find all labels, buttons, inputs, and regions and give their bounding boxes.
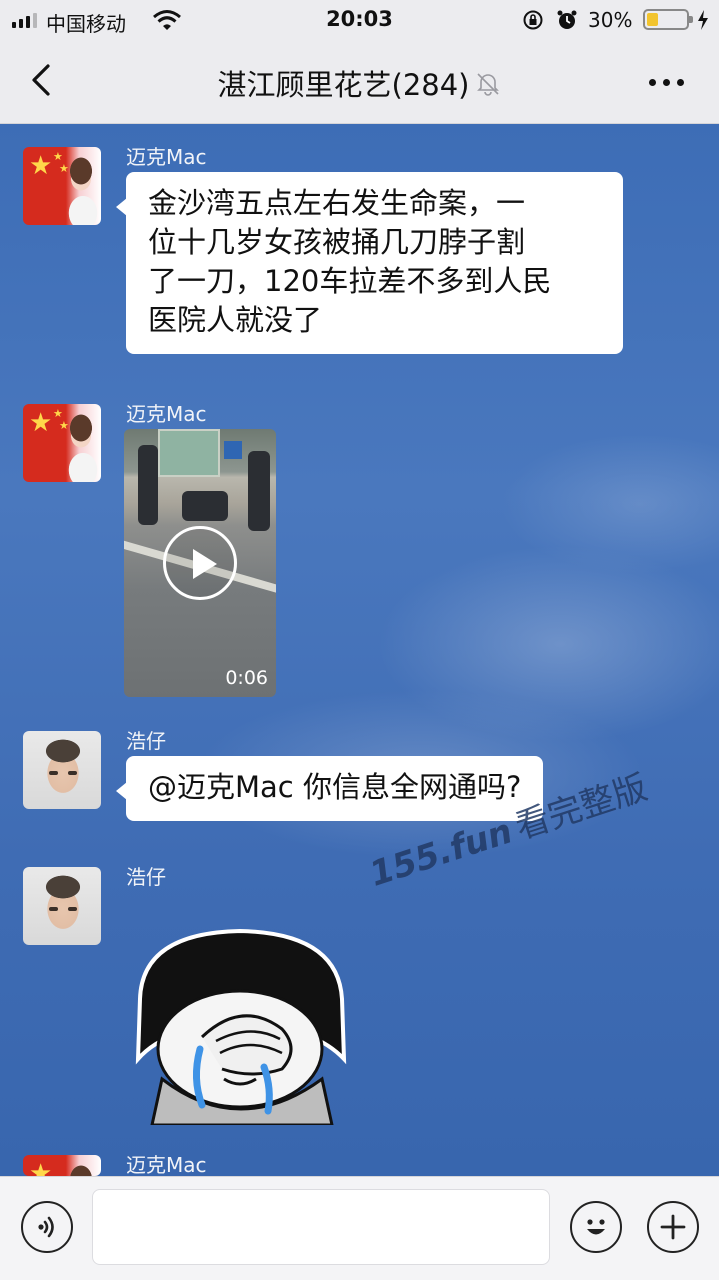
battery-percent: 30%: [588, 8, 633, 32]
battery-icon: [643, 9, 693, 30]
charging-bolt-icon: [698, 10, 708, 30]
video-duration: 0:06: [225, 667, 268, 689]
play-icon[interactable]: [163, 526, 237, 600]
message-input[interactable]: [92, 1189, 550, 1265]
voice-icon[interactable]: [21, 1201, 73, 1253]
video-scene-sign: [158, 429, 220, 477]
sender-name: 迈克Mac: [126, 145, 207, 169]
message-line: 位十几岁女孩被捅几刀脖子割: [148, 225, 526, 259]
video-scene-blue-sign: [224, 441, 242, 459]
status-bar: 中国移动 20:03 30%: [0, 0, 719, 40]
alarm-icon: [557, 10, 577, 29]
video-scene-person: [138, 445, 158, 525]
sender-name: 迈克Mac: [126, 1153, 207, 1177]
video-scene-person: [182, 491, 228, 521]
video-scene-person: [248, 451, 270, 531]
sender-name: 浩仔: [126, 865, 166, 889]
mute-bell-icon: [477, 73, 500, 96]
message-bubble[interactable]: 金沙湾五点左右发生命案，一 位十几岁女孩被捅几刀脖子割 了一刀，120车拉差不多…: [116, 172, 623, 354]
message-line: @迈克Mac 你信息全网通吗?: [148, 770, 522, 804]
sender-name: 迈克Mac: [126, 402, 207, 426]
avatar[interactable]: ★ ★ ★: [23, 147, 101, 225]
video-thumbnail[interactable]: 0:06: [124, 429, 276, 697]
message-line: 医院人就没了: [148, 303, 323, 337]
avatar[interactable]: [23, 731, 101, 809]
avatar[interactable]: ★: [23, 1155, 101, 1176]
group-title: 湛江顾里花艺(284): [217, 68, 470, 102]
input-bar: [0, 1176, 719, 1280]
battery-fill: [647, 13, 658, 26]
orientation-lock-icon: [523, 10, 543, 30]
crying-face-sticker[interactable]: [132, 929, 350, 1125]
message-line: 金沙湾五点左右发生命案，一: [148, 186, 526, 220]
sender-name: 浩仔: [126, 729, 166, 753]
plus-icon[interactable]: [647, 1201, 699, 1253]
emoji-icon[interactable]: [570, 1201, 622, 1253]
avatar[interactable]: ★ ★ ★: [23, 404, 101, 482]
chat-title-area: 湛江顾里花艺(284): [0, 62, 719, 104]
more-dots-icon[interactable]: [644, 68, 688, 96]
chat-header: 湛江顾里花艺(284): [0, 40, 719, 124]
avatar[interactable]: [23, 867, 101, 945]
message-line: 了一刀，120车拉差不多到人民: [148, 264, 552, 298]
